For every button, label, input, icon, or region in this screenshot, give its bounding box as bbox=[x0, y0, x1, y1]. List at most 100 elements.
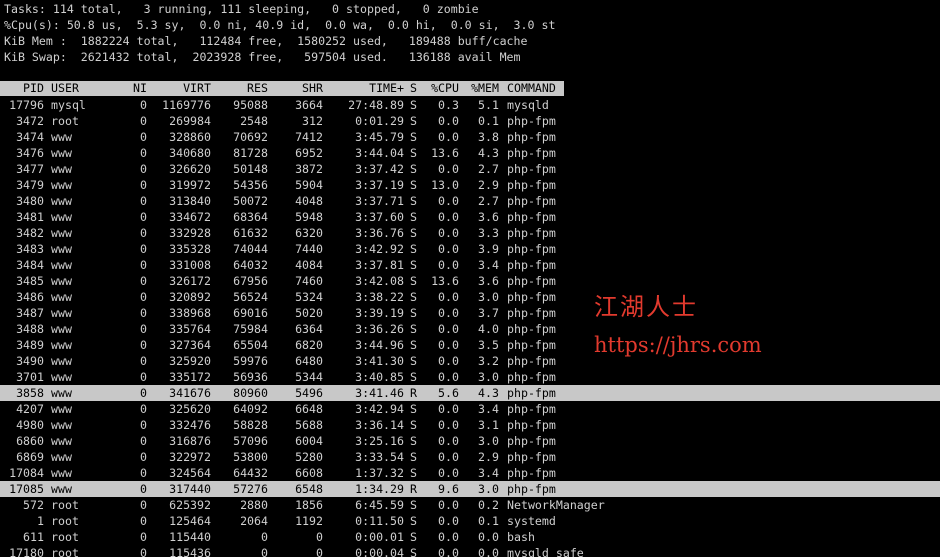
process-mem: 4.3 bbox=[478, 146, 499, 160]
process-nice: 0 bbox=[140, 498, 147, 512]
process-row[interactable]: 3484 www 0 331008 64032 4084 3:37.81 S 0.0 3.4 php… bbox=[0, 257, 940, 273]
process-mem: 3.2 bbox=[478, 354, 499, 368]
process-user: www bbox=[51, 162, 72, 176]
process-shr: 6952 bbox=[295, 146, 323, 160]
process-res: 67956 bbox=[233, 274, 268, 288]
column-header-user[interactable]: USER bbox=[51, 81, 121, 96]
process-row[interactable]: 3488 www 0 335764 75984 6364 3:36.26 S 0.0 4.0 php… bbox=[0, 321, 940, 337]
process-mem: 3.0 bbox=[478, 290, 499, 304]
process-virt: 327364 bbox=[169, 338, 211, 352]
process-command: php-fpm bbox=[507, 418, 556, 432]
process-state: S bbox=[410, 98, 417, 112]
process-row[interactable]: 3482 www 0 332928 61632 6320 3:36.76 S 0.0 3.3 php… bbox=[0, 225, 940, 241]
process-nice: 0 bbox=[140, 210, 147, 224]
process-row[interactable]: 3487 www 0 338968 69016 5020 3:39.19 S 0.0 3.7 php… bbox=[0, 305, 940, 321]
process-row[interactable]: 3479 www 0 319972 54356 5904 3:37.19 S 13.0 2.9 ph… bbox=[0, 177, 940, 193]
process-pid: 3490 bbox=[16, 354, 44, 368]
process-time: 3:36.26 bbox=[355, 322, 404, 336]
watermark-title: 江湖人士 bbox=[594, 293, 698, 321]
process-row[interactable]: 3858 www 0 341676 80960 5496 3:41.46 R 5.6 4.3 php… bbox=[0, 385, 940, 401]
column-header-pid[interactable]: PID bbox=[0, 81, 44, 96]
process-pid: 3489 bbox=[16, 338, 44, 352]
process-virt: 334672 bbox=[169, 210, 211, 224]
column-header-mem[interactable]: %MEM bbox=[465, 81, 499, 96]
column-header-virt[interactable]: VIRT bbox=[150, 81, 211, 96]
process-row[interactable]: 3701 www 0 335172 56936 5344 3:40.85 S 0.0 3.0 php… bbox=[0, 369, 940, 385]
process-res: 59976 bbox=[233, 354, 268, 368]
process-row[interactable]: 3472 root 0 269984 2548 312 0:01.29 S 0.0 0.1 php-… bbox=[0, 113, 940, 129]
process-row[interactable]: 6860 www 0 316876 57096 6004 3:25.16 S 0.0 3.0 php… bbox=[0, 433, 940, 449]
column-header-state[interactable]: S bbox=[410, 81, 422, 96]
process-shr: 5948 bbox=[295, 210, 323, 224]
process-user: www bbox=[51, 258, 72, 272]
process-row[interactable]: 3486 www 0 320892 56524 5324 3:38.22 S 0.0 3.0 php… bbox=[0, 289, 940, 305]
process-row[interactable]: 17085 www 0 317440 57276 6548 1:34.29 R 9.6 3.0 ph… bbox=[0, 481, 940, 497]
process-virt: 335172 bbox=[169, 370, 211, 384]
process-row[interactable]: 3476 www 0 340680 81728 6952 3:44.04 S 13.6 4.3 ph… bbox=[0, 145, 940, 161]
process-shr: 6320 bbox=[295, 226, 323, 240]
process-command: NetworkManager bbox=[507, 498, 605, 512]
column-header-cpu[interactable]: %CPU bbox=[424, 81, 459, 96]
process-user: www bbox=[51, 210, 72, 224]
process-virt: 322972 bbox=[169, 450, 211, 464]
process-cpu: 5.6 bbox=[438, 386, 459, 400]
process-command: php-fpm bbox=[507, 162, 556, 176]
process-pid: 17084 bbox=[9, 466, 44, 480]
process-virt: 340680 bbox=[169, 146, 211, 160]
column-header-time[interactable]: TIME+ bbox=[330, 81, 404, 96]
process-row[interactable]: 4980 www 0 332476 58828 5688 3:36.14 S 0.0 3.1 php… bbox=[0, 417, 940, 433]
process-user: root bbox=[51, 514, 79, 528]
process-res: 95088 bbox=[233, 98, 268, 112]
column-header-res[interactable]: RES bbox=[214, 81, 268, 96]
terminal-window[interactable]: Tasks: 114 total, 3 running, 111 sleepin… bbox=[0, 0, 940, 557]
process-pid: 572 bbox=[23, 498, 44, 512]
process-row[interactable]: 17084 www 0 324564 64432 6608 1:37.32 S 0.0 3.4 ph… bbox=[0, 465, 940, 481]
process-cpu: 0.0 bbox=[438, 226, 459, 240]
process-row[interactable]: 3481 www 0 334672 68364 5948 3:37.60 S 0.0 3.6 php… bbox=[0, 209, 940, 225]
process-pid: 6869 bbox=[16, 450, 44, 464]
process-row[interactable]: 17180 root 0 115436 0 0 0:00.04 S 0.0 0.0 mysqld_s… bbox=[0, 545, 940, 557]
process-mem: 3.0 bbox=[478, 370, 499, 384]
process-command: php-fpm bbox=[507, 450, 556, 464]
process-row[interactable]: 17796 mysql 0 1169776 95088 3664 27:48.89 S 0.3 5… bbox=[0, 97, 940, 113]
process-nice: 0 bbox=[140, 130, 147, 144]
process-shr: 5324 bbox=[295, 290, 323, 304]
process-state: S bbox=[410, 130, 417, 144]
process-row[interactable]: 1 root 0 125464 2064 1192 0:11.50 S 0.0 0.1 system… bbox=[0, 513, 940, 529]
column-header-ni[interactable]: NI bbox=[116, 81, 147, 96]
process-nice: 0 bbox=[140, 258, 147, 272]
process-virt: 319972 bbox=[169, 178, 211, 192]
process-row[interactable]: 572 root 0 625392 2880 1856 6:45.59 S 0.0 0.2 Netw… bbox=[0, 497, 940, 513]
process-time: 1:37.32 bbox=[355, 466, 404, 480]
process-cpu: 0.0 bbox=[438, 434, 459, 448]
process-time: 3:36.76 bbox=[355, 226, 404, 240]
process-shr: 3872 bbox=[295, 162, 323, 176]
process-user: www bbox=[51, 322, 72, 336]
process-user: www bbox=[51, 338, 72, 352]
process-pid: 3487 bbox=[16, 306, 44, 320]
process-state: S bbox=[410, 242, 417, 256]
process-command: php-fpm bbox=[507, 130, 556, 144]
column-header-shr[interactable]: SHR bbox=[272, 81, 323, 96]
process-state: S bbox=[410, 178, 417, 192]
process-row[interactable]: 3490 www 0 325920 59976 6480 3:41.30 S 0.0 3.2 php… bbox=[0, 353, 940, 369]
process-row[interactable]: 3489 www 0 327364 65504 6820 3:44.96 S 0.0 3.5 php… bbox=[0, 337, 940, 353]
process-shr: 7412 bbox=[295, 130, 323, 144]
process-user: www bbox=[51, 130, 72, 144]
process-row[interactable]: 3485 www 0 326172 67956 7460 3:42.08 S 13.6 3.6 ph… bbox=[0, 273, 940, 289]
process-row[interactable]: 4207 www 0 325620 64092 6648 3:42.94 S 0.0 3.4 php… bbox=[0, 401, 940, 417]
process-time: 6:45.59 bbox=[355, 498, 404, 512]
process-row[interactable]: 3480 www 0 313840 50072 4048 3:37.71 S 0.0 2.7 php… bbox=[0, 193, 940, 209]
process-pid: 3488 bbox=[16, 322, 44, 336]
process-virt: 335328 bbox=[169, 242, 211, 256]
process-row[interactable]: 611 root 0 115440 0 0 0:00.01 S 0.0 0.0 bash bbox=[0, 529, 940, 545]
process-row[interactable]: 3483 www 0 335328 74044 7440 3:42.92 S 0.0 3.9 php… bbox=[0, 241, 940, 257]
process-shr: 6820 bbox=[295, 338, 323, 352]
process-row[interactable]: 3477 www 0 326620 50148 3872 3:37.42 S 0.0 2.7 php… bbox=[0, 161, 940, 177]
process-row[interactable]: 3474 www 0 328860 70692 7412 3:45.79 S 0.0 3.8 php… bbox=[0, 129, 940, 145]
process-mem: 3.0 bbox=[478, 482, 499, 496]
column-header-command[interactable]: COMMAND bbox=[507, 81, 707, 96]
process-state: S bbox=[410, 530, 417, 544]
cpu-summary: %Cpu(s): 50.8 us, 5.3 sy, 0.0 ni, 40.9 i… bbox=[4, 18, 556, 32]
process-row[interactable]: 6869 www 0 322972 53800 5280 3:33.54 S 0.0 2.9 php… bbox=[0, 449, 940, 465]
